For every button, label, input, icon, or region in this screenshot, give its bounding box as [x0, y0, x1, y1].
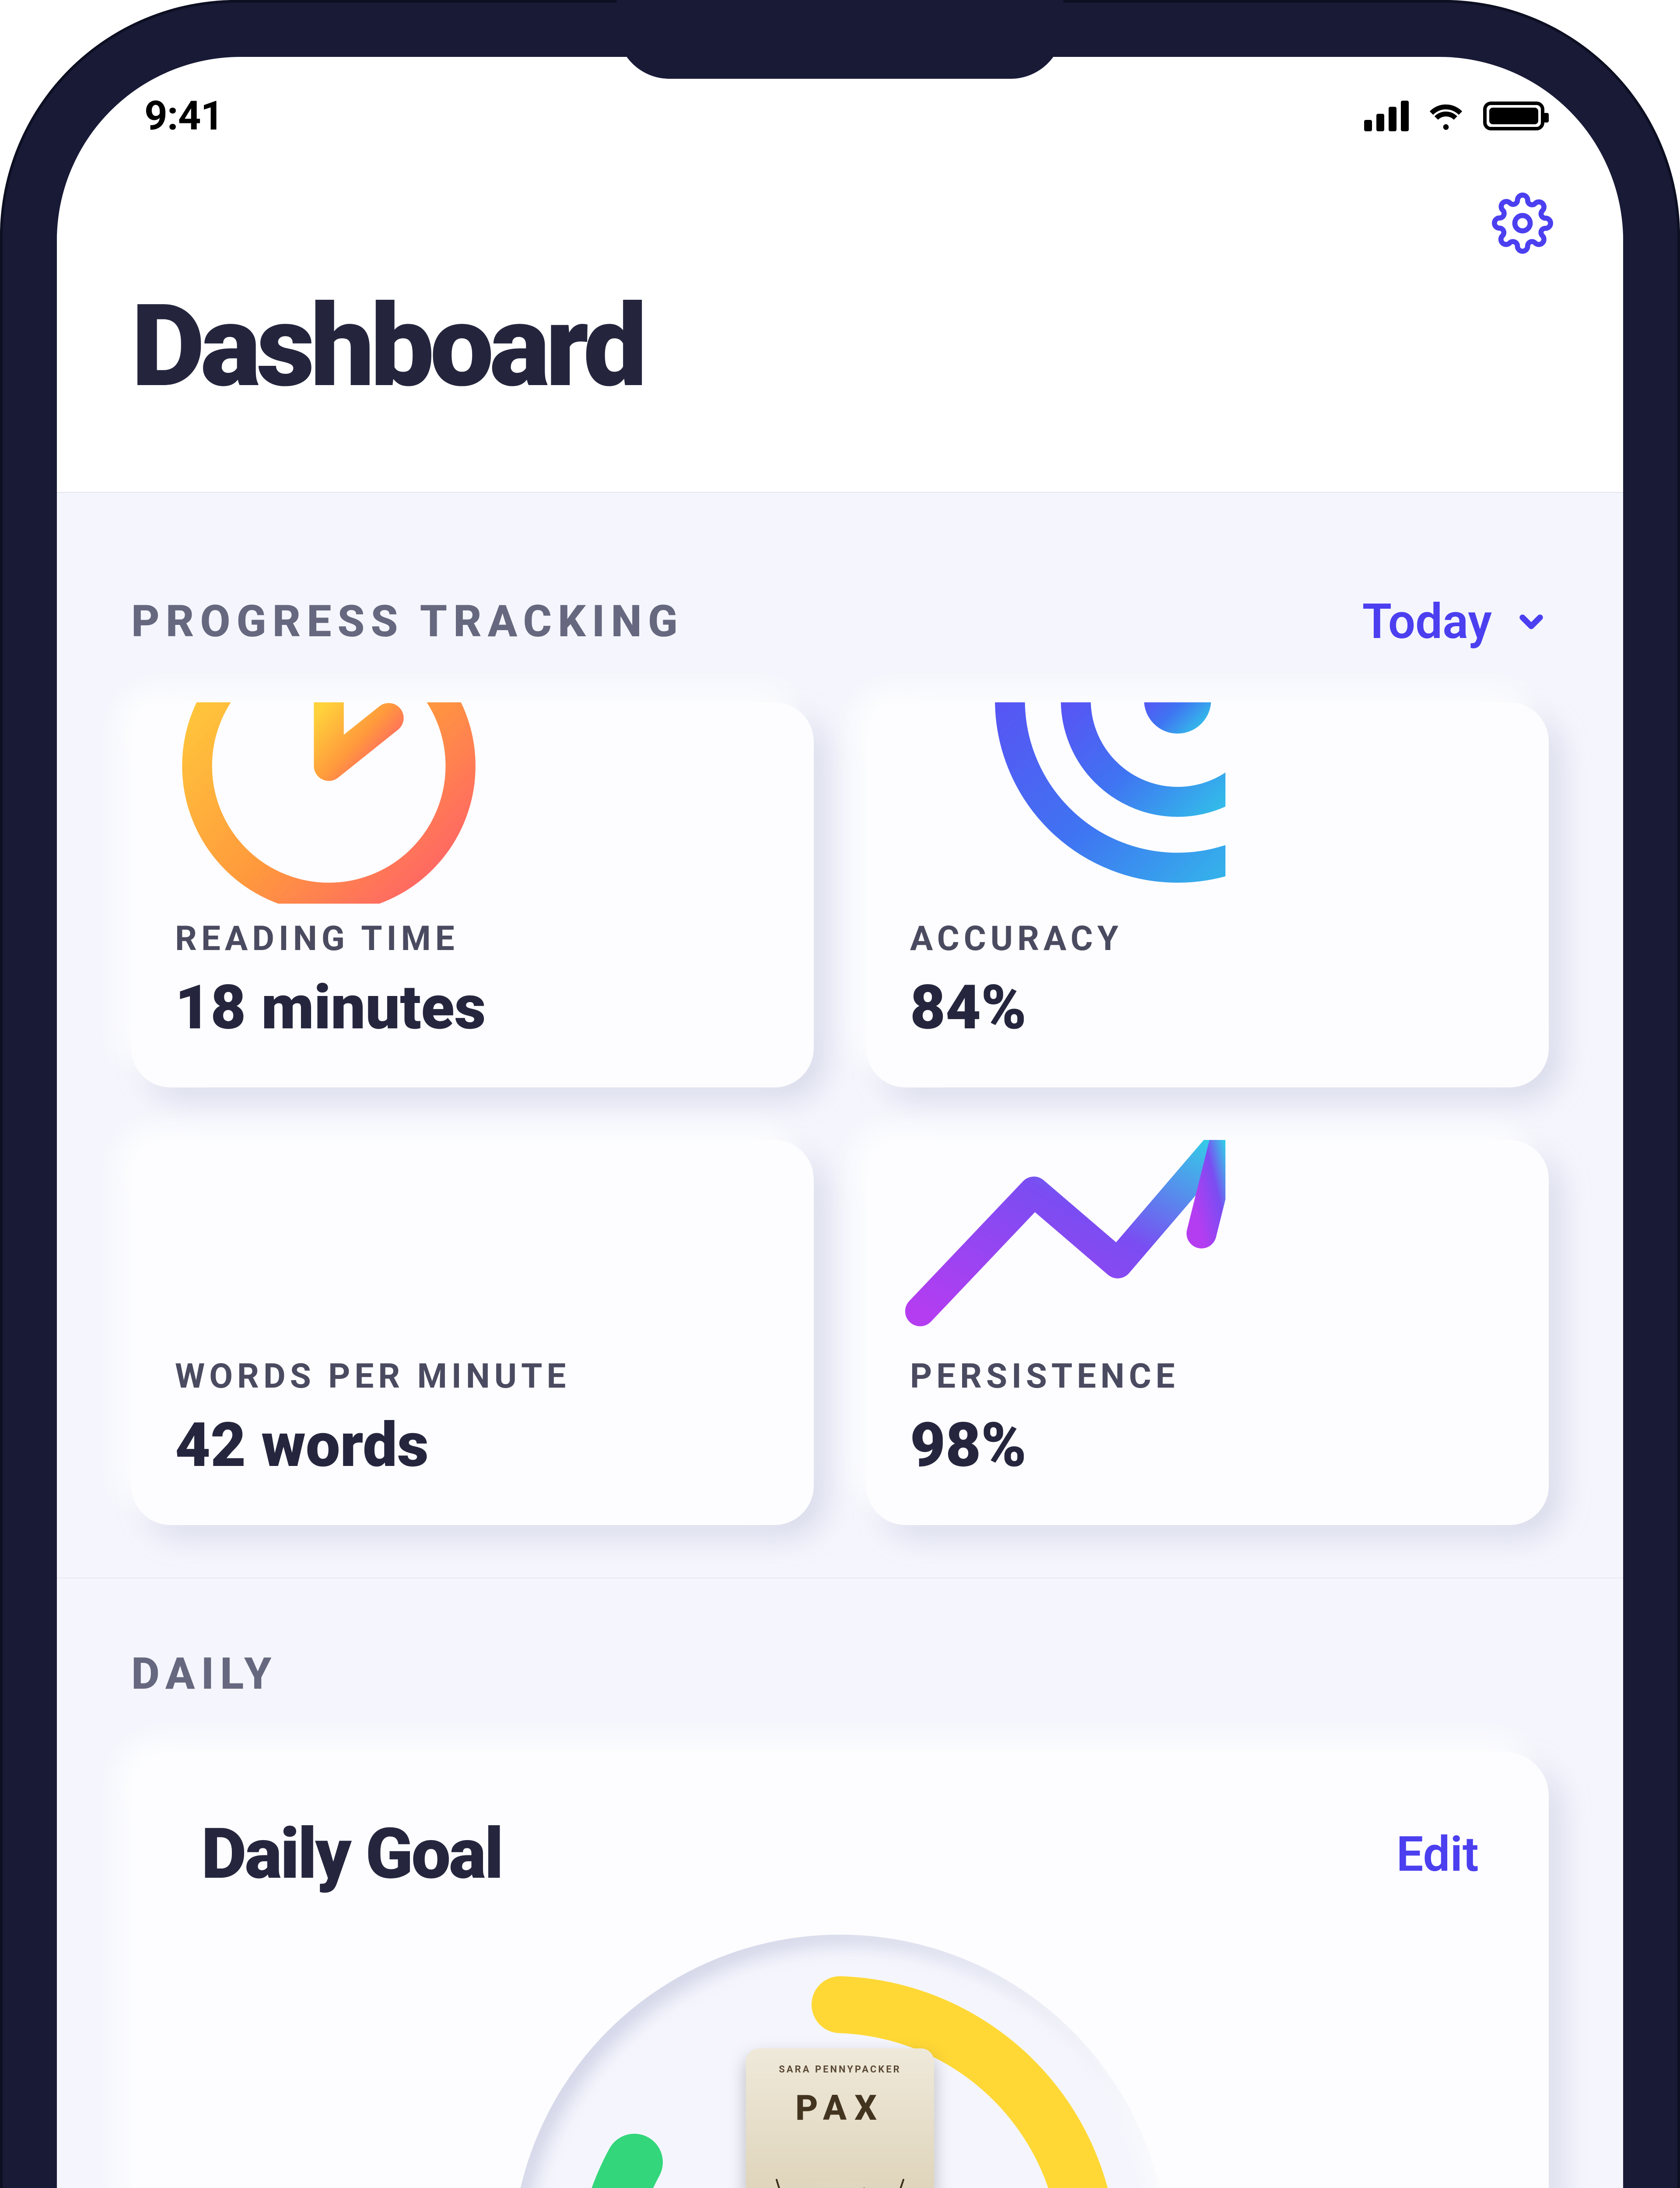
edit-button[interactable]: Edit	[1396, 1826, 1479, 1883]
chevron-down-icon	[1514, 604, 1549, 639]
card-value: 84%	[910, 972, 1505, 1044]
progress-ring: SARA PENNYPACKER PAX	[201, 1935, 1479, 2188]
card-value: 18 minutes	[175, 972, 770, 1044]
card-label: ACCURACY	[910, 919, 1505, 959]
status-time: 9:41	[144, 93, 223, 140]
progress-section: PROGRESS TRACKING Today	[57, 493, 1623, 1578]
speed-lines-icon	[131, 1140, 490, 1341]
battery-icon	[1483, 102, 1544, 130]
progress-cards: READING TIME 18 minutes	[131, 702, 1549, 1525]
device-frame: 9:41 Dashboard	[0, 0, 1680, 2188]
page-title: Dashboard	[57, 254, 1623, 492]
status-icons	[1364, 101, 1544, 131]
card-persistence[interactable]: PERSISTENCE 98%	[866, 1140, 1549, 1525]
progress-section-label: PROGRESS TRACKING	[131, 596, 684, 647]
daily-goal-card[interactable]: Daily Goal Edit	[131, 1752, 1549, 2188]
header: Dashboard	[57, 175, 1623, 492]
wifi-icon	[1426, 101, 1466, 131]
device-notch	[617, 0, 1063, 79]
target-icon	[866, 702, 1225, 904]
card-value: 98%	[910, 1410, 1505, 1481]
card-label: READING TIME	[175, 919, 770, 959]
daily-section: DAILY Daily Goal Edit	[57, 1578, 1623, 2188]
daily-section-label: DAILY	[131, 1648, 277, 1700]
card-reading-time[interactable]: READING TIME 18 minutes	[131, 702, 814, 1087]
date-range-picker[interactable]: Today	[1362, 593, 1549, 650]
settings-icon[interactable]	[1492, 193, 1553, 254]
clock-icon	[131, 702, 490, 904]
card-value: 42 words	[175, 1410, 770, 1481]
content[interactable]: PROGRESS TRACKING Today	[57, 492, 1623, 2188]
cellular-icon	[1364, 101, 1409, 131]
trend-icon	[866, 1140, 1225, 1341]
card-accuracy[interactable]: ACCURACY 84%	[866, 702, 1549, 1087]
book-cover[interactable]: SARA PENNYPACKER PAX	[746, 2048, 934, 2188]
card-label: WORDS PER MINUTE	[175, 1357, 770, 1396]
date-range-label: Today	[1362, 593, 1492, 650]
screen: 9:41 Dashboard	[57, 57, 1623, 2188]
daily-goal-title: Daily Goal	[201, 1813, 502, 1895]
book-author: SARA PENNYPACKER	[779, 2064, 901, 2075]
card-label: PERSISTENCE	[910, 1357, 1505, 1396]
card-wpm[interactable]: WORDS PER MINUTE 42 words	[131, 1140, 814, 1525]
book-title: PAX	[795, 2087, 885, 2128]
